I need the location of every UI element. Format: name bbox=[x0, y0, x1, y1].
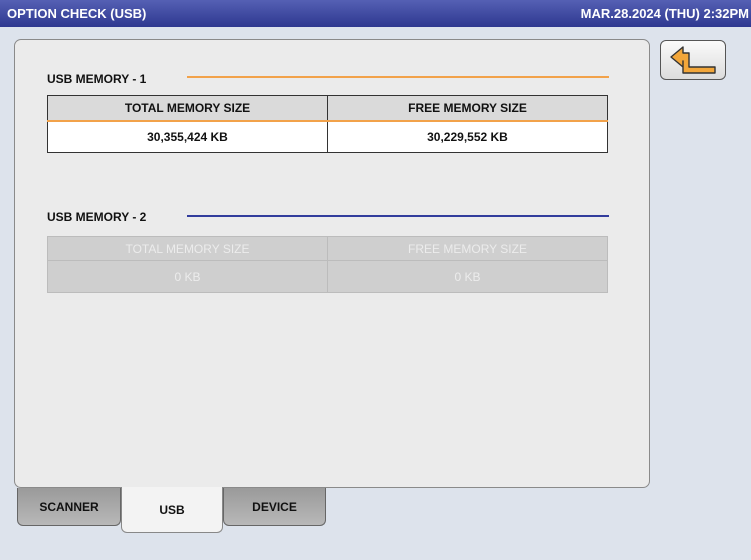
usb-memory-2-label: USB MEMORY - 2 bbox=[47, 210, 147, 224]
usb-memory-1-label: USB MEMORY - 1 bbox=[47, 72, 147, 86]
content-panel: USB MEMORY - 1 TOTAL MEMORY SIZE FREE ME… bbox=[14, 39, 650, 488]
screen-title: OPTION CHECK (USB) bbox=[7, 6, 147, 21]
usb-memory-2-divider bbox=[187, 215, 609, 217]
usb-memory-1-table: TOTAL MEMORY SIZE FREE MEMORY SIZE 30,35… bbox=[47, 95, 608, 153]
usb2-free-value: 0 KB bbox=[327, 260, 608, 293]
usb-memory-1-divider bbox=[187, 76, 609, 78]
usb1-total-header: TOTAL MEMORY SIZE bbox=[47, 95, 328, 122]
usb1-total-value: 30,355,424 KB bbox=[47, 120, 328, 153]
back-button[interactable] bbox=[660, 40, 726, 80]
date-time: MAR.28.2024 (THU) 2:32PM bbox=[580, 6, 749, 21]
tab-device[interactable]: DEVICE bbox=[223, 488, 326, 526]
usb-memory-2-table: TOTAL MEMORY SIZE FREE MEMORY SIZE 0 KB … bbox=[47, 236, 608, 293]
return-arrow-icon bbox=[670, 46, 716, 74]
tab-usb-label: USB bbox=[159, 502, 185, 517]
usb1-free-header: FREE MEMORY SIZE bbox=[327, 95, 608, 122]
usb2-total-header: TOTAL MEMORY SIZE bbox=[47, 236, 328, 261]
tab-scanner-label: SCANNER bbox=[39, 499, 99, 514]
tab-scanner[interactable]: SCANNER bbox=[17, 488, 121, 526]
usb1-free-value: 30,229,552 KB bbox=[327, 120, 608, 153]
title-bar: OPTION CHECK (USB) MAR.28.2024 (THU) 2:3… bbox=[0, 0, 751, 27]
tab-device-label: DEVICE bbox=[252, 499, 297, 514]
usb2-free-header: FREE MEMORY SIZE bbox=[327, 236, 608, 261]
usb2-total-value: 0 KB bbox=[47, 260, 328, 293]
tab-usb[interactable]: USB bbox=[121, 487, 223, 533]
